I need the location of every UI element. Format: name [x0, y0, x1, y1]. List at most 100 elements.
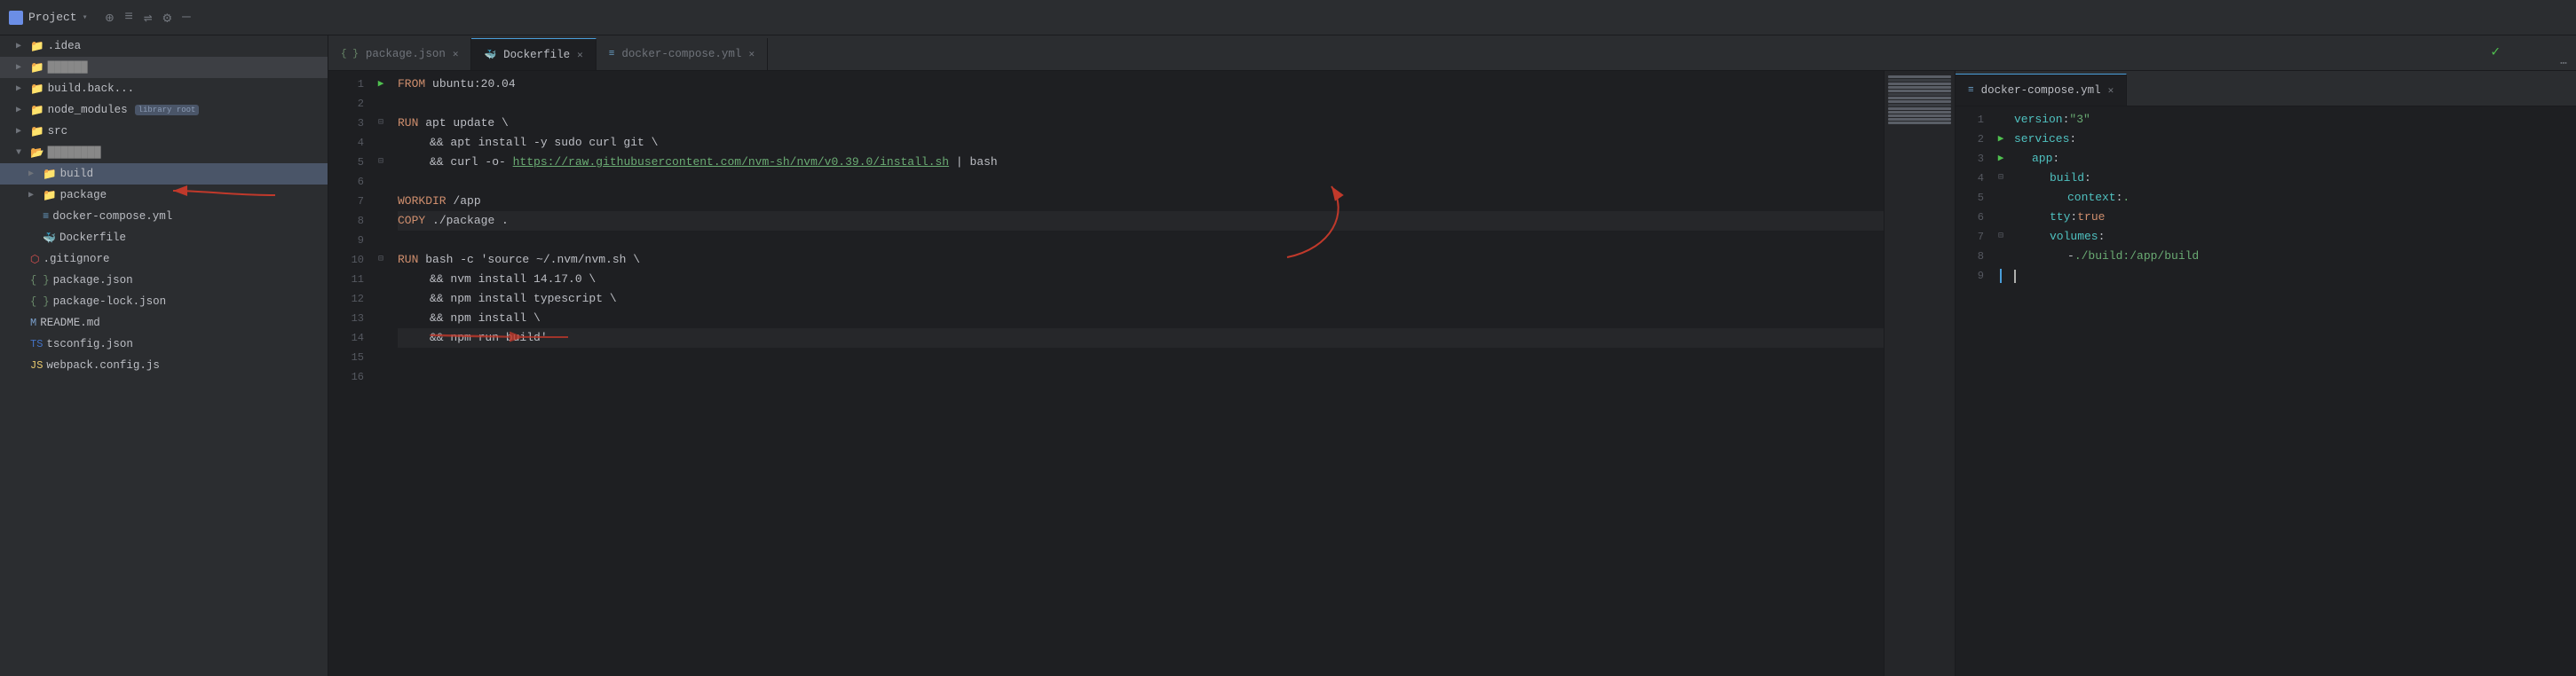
pipe-bash: | bash: [949, 153, 998, 172]
yaml-colon: :: [2098, 227, 2106, 247]
tab-close-pkg[interactable]: ✕: [453, 48, 459, 60]
tab-package-json[interactable]: { } package.json ✕: [328, 38, 471, 70]
run-icon-r2[interactable]: ▶: [1998, 130, 2004, 149]
top-bar-actions: ⊕ ≡ ⇌ ⚙ —: [106, 9, 191, 27]
sidebar-item-build-back[interactable]: ▶ 📁 build.back...: [0, 78, 328, 99]
yaml-val-volume: ./build:/app/build: [2074, 247, 2199, 266]
tab-docker-compose[interactable]: ≡ docker-compose.yml ✕: [597, 38, 768, 70]
minimap-line: [1888, 100, 1951, 103]
right-tab-bar: ≡ docker-compose.yml ✕: [1956, 71, 2576, 106]
yaml-dash: -: [2067, 247, 2074, 266]
bash-c: bash -c 'source ~/.nvm/nvm.sh \: [425, 250, 640, 270]
yaml-key-services: services: [2014, 130, 2069, 149]
fold-icon-3[interactable]: ⊟: [378, 114, 383, 133]
file-icon-ts: TS: [30, 338, 43, 350]
code-editor-left[interactable]: 1 2 3 4 5 6 7 8 9 10 11 12 13 14: [328, 71, 1955, 676]
run-icon-r3[interactable]: ▶: [1998, 149, 2004, 169]
project-dropdown-icon[interactable]: ▾: [83, 12, 88, 23]
yaml-val-tty: true: [2077, 208, 2105, 227]
tab-close-yml[interactable]: ✕: [748, 48, 755, 60]
tab-label: package.json: [366, 48, 446, 60]
expand-arrow: ▶: [28, 169, 39, 179]
code-line-13: && npm install \: [398, 309, 1884, 328]
minimap-line: [1888, 107, 1951, 110]
yaml-key-context: context: [2067, 188, 2116, 208]
expand-arrow: ▶: [16, 62, 27, 73]
yaml-key-version: version: [2014, 110, 2063, 130]
yaml-key-volumes: volumes: [2050, 227, 2098, 247]
fold-icon-5[interactable]: ⊟: [378, 153, 383, 172]
fold-icon-r4[interactable]: ⊟: [1998, 169, 2003, 188]
folder-icon: 📁: [43, 168, 57, 181]
sidebar-item-label: README.md: [40, 317, 100, 329]
code-line-8: COPY ./package .: [398, 211, 1884, 231]
code-line-15: [398, 348, 1884, 367]
minimap-line: [1888, 97, 1951, 99]
right-code-editor[interactable]: 1 2 3 4 5 6 7 8 9 ▶: [1956, 106, 2576, 676]
sidebar-item-build-sub[interactable]: ▶ 📁 build: [0, 163, 328, 185]
right-code-line-8: - ./build:/app/build: [2014, 247, 2576, 266]
npm-ts: && npm install typescript \: [430, 289, 617, 309]
sidebar-item-package-sub[interactable]: ▶ 📁 package: [0, 185, 328, 206]
sidebar-item-docker-compose[interactable]: ≡ docker-compose.yml: [0, 206, 328, 227]
sidebar-item-package-lock[interactable]: { } package-lock.json: [0, 291, 328, 312]
sidebar-item-node-modules[interactable]: ▶ 📁 node_modules library root: [0, 99, 328, 121]
tab-icon-docker: 🐳: [484, 49, 496, 61]
sidebar-item-readme[interactable]: M README.md: [0, 312, 328, 334]
sidebar-item-package-json[interactable]: { } package.json: [0, 270, 328, 291]
sidebar-item-gitignore[interactable]: ⬡ .gitignore: [0, 248, 328, 270]
code-line-12: && npm install typescript \: [398, 289, 1884, 309]
list-icon[interactable]: ≡: [124, 9, 133, 27]
minimap-line: [1888, 90, 1951, 92]
sidebar-item-label: .gitignore: [43, 253, 109, 265]
minimap-left: ✓: [1884, 71, 1955, 676]
sidebar-item-webpack[interactable]: JS webpack.config.js: [0, 355, 328, 376]
code-line-9: [398, 231, 1884, 250]
folder-icon: 📁: [30, 104, 44, 117]
minimap-line: [1888, 122, 1951, 124]
sync-icon[interactable]: ⇌: [144, 9, 153, 27]
right-tab-close[interactable]: ✕: [2108, 84, 2114, 97]
right-tab-compose[interactable]: ≡ docker-compose.yml ✕: [1956, 74, 2127, 106]
fold-icon-10[interactable]: ⊟: [378, 250, 383, 270]
right-code-line-4: build:: [2014, 169, 2576, 188]
editor-main: 1 2 3 4 5 6 7 8 9 10 11 12 13 14: [328, 71, 2576, 676]
sidebar-item-label: build.back...: [48, 83, 135, 95]
right-code-content[interactable]: version: "3" services: app:: [2011, 106, 2576, 676]
sidebar-item-tsconfig[interactable]: TS tsconfig.json: [0, 334, 328, 355]
sidebar-item-build-top[interactable]: ▶ 📁 ██████: [0, 57, 328, 78]
new-file-icon[interactable]: ⊕: [106, 9, 115, 27]
code-content-left[interactable]: FROM ubuntu:20.04 RUN apt update \ && ap…: [391, 71, 1884, 676]
expand-arrow: ▶: [16, 83, 27, 94]
code-line-10: RUN bash -c 'source ~/.nvm/nvm.sh \: [398, 250, 1884, 270]
right-gutter: ▶ ▶ ⊟ ⊟: [1991, 106, 2011, 676]
minimap-line: [1888, 114, 1951, 117]
tab-close-docker[interactable]: ✕: [577, 49, 583, 61]
sidebar-item-dockerfile[interactable]: 🐳 Dockerfile: [0, 227, 328, 248]
sidebar-item-label: docker-compose.yml: [52, 210, 172, 223]
line-numbers-left: 1 2 3 4 5 6 7 8 9 10 11 12 13 14: [328, 71, 371, 676]
collapse-icon[interactable]: —: [182, 9, 191, 27]
expand-arrow: ▶: [16, 105, 27, 115]
sidebar-item-unnamed[interactable]: ▼ 📂 ████████: [0, 142, 328, 163]
minimap-line: [1888, 93, 1951, 96]
folder-icon: 📁: [30, 83, 44, 96]
tab-more-btn[interactable]: ⋯: [2551, 57, 2576, 70]
keyword-copy: COPY: [398, 211, 425, 231]
sidebar-item-label: package: [60, 189, 107, 201]
project-icon: [9, 11, 23, 25]
yaml-colon: :: [2069, 130, 2076, 149]
folder-icon-idea: 📁: [30, 40, 44, 53]
workdir-val: /app: [453, 192, 480, 211]
tab-dockerfile[interactable]: 🐳 Dockerfile ✕: [471, 38, 596, 70]
run-icon-1[interactable]: ▶: [378, 75, 384, 94]
sidebar-item-idea[interactable]: ▶ 📁 .idea: [0, 35, 328, 57]
project-title: Project: [28, 11, 77, 24]
sidebar-item-src[interactable]: ▶ 📁 src: [0, 121, 328, 142]
settings-icon[interactable]: ⚙: [163, 9, 172, 27]
fold-icon-r7[interactable]: ⊟: [1998, 227, 2003, 247]
editor-pane-right: ≡ docker-compose.yml ✕ 1 2 3 4 5 6 7: [1955, 71, 2576, 676]
sidebar-item-label: package.json: [53, 274, 133, 287]
keyword-run2: RUN: [398, 250, 418, 270]
tab-label: Dockerfile: [503, 49, 570, 61]
